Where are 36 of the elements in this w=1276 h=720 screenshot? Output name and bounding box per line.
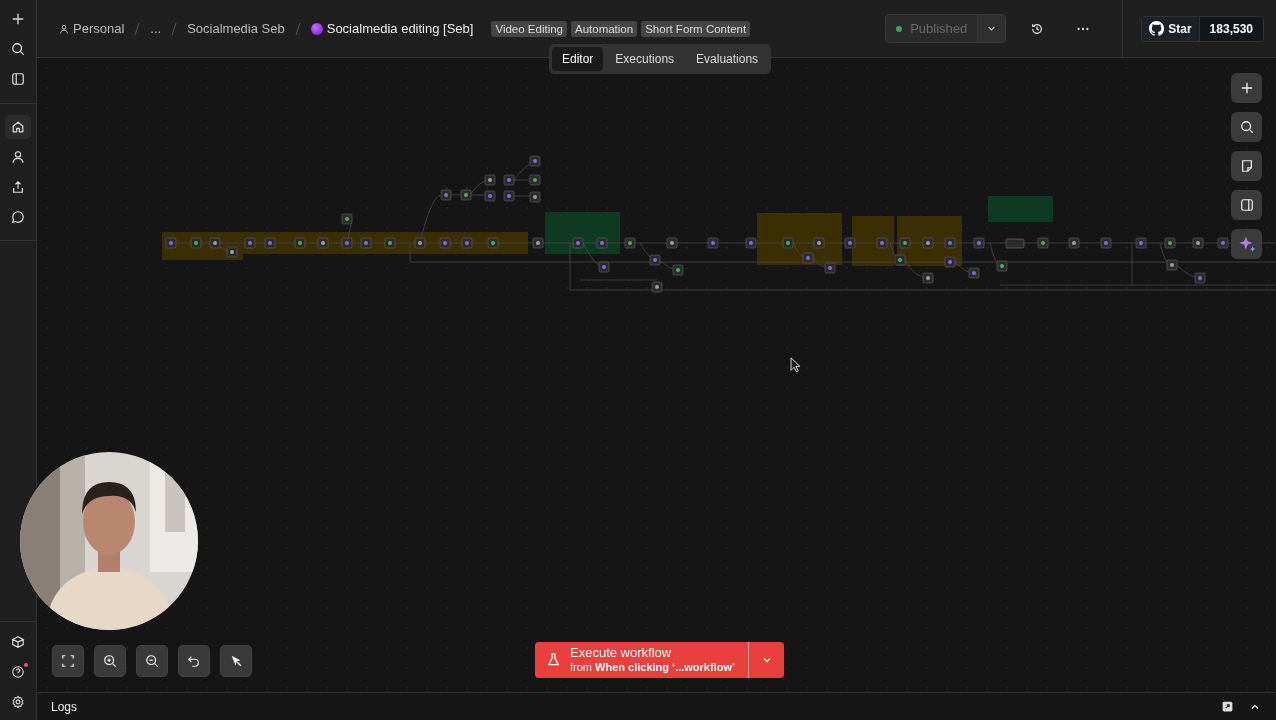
github-icon: [1149, 21, 1165, 36]
help-icon[interactable]: [11, 665, 25, 679]
view-tab[interactable]: Editor: [552, 47, 604, 71]
star-count[interactable]: 183,530: [1198, 16, 1263, 41]
logs-label[interactable]: Logs: [51, 699, 78, 714]
button-subtitle: from When clicking ‘...workflow’: [570, 660, 736, 674]
separator-icon: [134, 21, 141, 36]
button-title: Execute workflow: [570, 645, 672, 661]
sparkle-icon[interactable]: [1231, 229, 1262, 259]
breadcrumb-link[interactable]: Personal: [59, 21, 125, 36]
zoom-out-icon[interactable]: [136, 645, 168, 677]
flask-icon: [546, 652, 561, 668]
breadcrumb-link[interactable]: ...: [150, 21, 162, 36]
tag[interactable]: Video Editing: [491, 20, 567, 37]
sticky-note-icon[interactable]: [1231, 151, 1262, 181]
owner-label: Personal: [73, 21, 125, 36]
zoom-in-icon[interactable]: [94, 645, 126, 677]
separator-icon: [171, 21, 178, 36]
separator-icon: [294, 21, 301, 36]
fit-view-icon[interactable]: [52, 645, 84, 677]
view-tab[interactable]: Executions: [605, 47, 685, 71]
panel-icon[interactable]: [1231, 190, 1262, 220]
add-icon[interactable]: [1231, 73, 1262, 103]
home-icon[interactable]: [5, 115, 31, 139]
github-star-button[interactable]: Star: [1142, 16, 1199, 41]
view-tab[interactable]: Evaluations: [686, 47, 769, 71]
tag[interactable]: Automation: [571, 20, 638, 37]
publish-label: Published: [910, 21, 968, 36]
breadcrumb-link[interactable]: Socialmedia Seb: [187, 21, 285, 36]
pointer-icon: [790, 357, 801, 373]
workflow-icon: [310, 22, 323, 35]
tag[interactable]: Short Form Content: [641, 20, 751, 37]
search-icon[interactable]: [1231, 112, 1262, 142]
undo-icon[interactable]: [178, 645, 210, 677]
user-icon: [59, 23, 69, 34]
workflow-name: Socialmedia editing [Seb]: [326, 21, 474, 36]
